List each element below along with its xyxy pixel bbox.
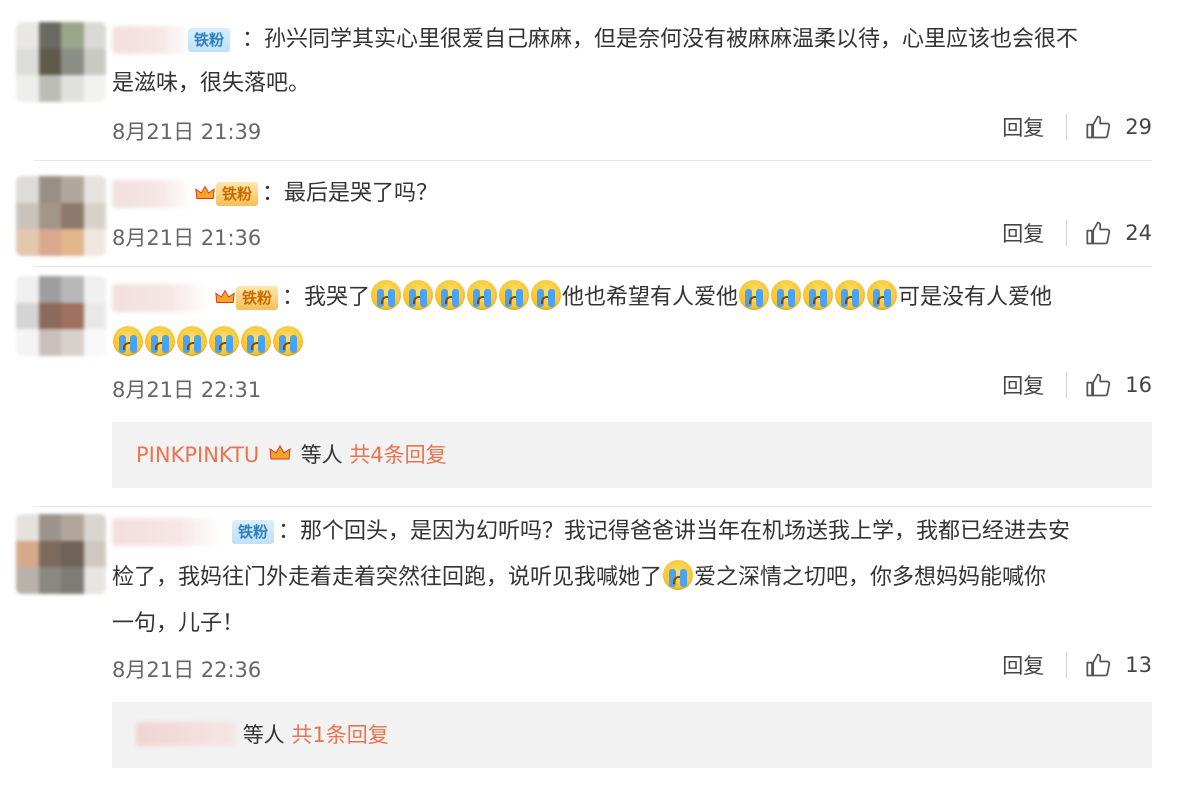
divider [1066,220,1068,246]
comment-divider [34,266,1152,267]
crying-face-icon [209,326,239,356]
comment-text: ：我哭了 他也希望有人爱他 可是没有人爱他 [282,276,1152,320]
subreply-username[interactable]: PINKPINKTU [136,443,259,467]
thumbs-up-icon[interactable] [1085,113,1113,141]
like-count: 13 [1125,653,1152,677]
crying-face-icon [273,326,303,356]
subreplies-summary[interactable]: PINKPINKTU 等人 共4条回复 [112,422,1152,488]
crown-icon [215,289,235,303]
comment-divider [34,160,1152,161]
divider [1066,114,1068,140]
fan-badge: 铁粉 [232,520,275,544]
username-blurred[interactable] [112,180,192,208]
comment-emoji-line [112,322,1148,366]
fan-badge: 铁粉 [236,286,279,310]
crying-face-icon [113,326,143,356]
crying-face-icon [531,280,562,310]
comment-divider [34,506,1152,507]
avatar[interactable] [16,514,106,594]
subreply-total-link[interactable]: 共1条回复 [291,723,388,747]
divider [1066,372,1068,398]
comment-actions: 回复 13 [1002,650,1152,680]
comment-time: 8月21日 22:31 [112,378,262,402]
fan-badge: 铁粉 [216,182,259,206]
comment-actions: 回复 24 [1002,218,1152,248]
comment-text-line2: 是滋味，很失落吧。 [112,71,311,96]
subreply-etc: 等人 [300,443,343,467]
crying-face-icon [499,280,530,310]
reply-button[interactable]: 回复 [1002,650,1044,680]
crying-face-icon [371,280,402,310]
crying-face-icon [663,560,694,590]
like-count: 24 [1125,221,1152,245]
crying-face-icon [403,280,434,310]
comment-time: 8月21日 21:39 [112,120,262,144]
username-blurred[interactable] [112,518,222,546]
thumbs-up-icon[interactable] [1085,371,1113,399]
crying-face-icon [467,280,498,310]
thumbs-up-icon[interactable] [1085,651,1113,679]
reply-button[interactable]: 回复 [1002,370,1044,400]
username-blurred[interactable] [112,284,208,312]
like-count: 29 [1125,115,1152,139]
crying-face-icon [771,280,802,310]
thumbs-up-icon[interactable] [1085,219,1113,247]
avatar[interactable] [16,176,106,256]
username-blurred[interactable] [112,26,192,54]
comment-time: 8月21日 22:36 [112,658,262,682]
reply-button[interactable]: 回复 [1002,112,1044,142]
crying-face-icon [803,280,834,310]
comment-text-line2: 检了，我妈往门外走着走着突然往回跑，说听见我喊她了 爱之深情之切吧，你多想妈妈能喊… [112,556,1148,600]
subreply-username-blurred[interactable] [136,722,236,746]
divider [1066,652,1068,678]
avatar[interactable] [16,276,106,356]
like-count: 16 [1125,373,1152,397]
crying-face-icon [835,280,866,310]
comment-actions: 回复 16 [1002,370,1152,400]
crying-face-icon [435,280,466,310]
subreply-etc: 等人 [242,723,285,747]
comment-text-line3: 一句，儿子！ [112,611,245,636]
crying-face-icon [739,280,770,310]
comment-time: 8月21日 21:36 [112,226,262,250]
reply-button[interactable]: 回复 [1002,218,1044,248]
crying-face-icon [867,280,898,310]
fan-badge: 铁粉 [188,28,231,52]
comment-actions: 回复 29 [1002,112,1152,142]
subreplies-summary[interactable]: 等人 共1条回复 [112,702,1152,768]
subreply-total-link[interactable]: 共4条回复 [349,443,446,467]
crown-icon [269,444,291,460]
crown-icon [195,185,215,199]
crying-face-icon [145,326,175,356]
comment-text: ：最后是哭了吗？ [262,181,439,206]
crying-face-icon [177,326,207,356]
avatar[interactable] [16,22,106,102]
comment-text: ：孙兴同学其实心里很爱自己麻麻，但是奈何没有被麻麻温柔以待，心里应该也会很不 [242,27,1079,52]
crying-face-icon [241,326,271,356]
comment-text: ：那个回头，是因为幻听吗？我记得爸爸讲当年在机场送我上学，我都已经进去安 [278,519,1071,544]
